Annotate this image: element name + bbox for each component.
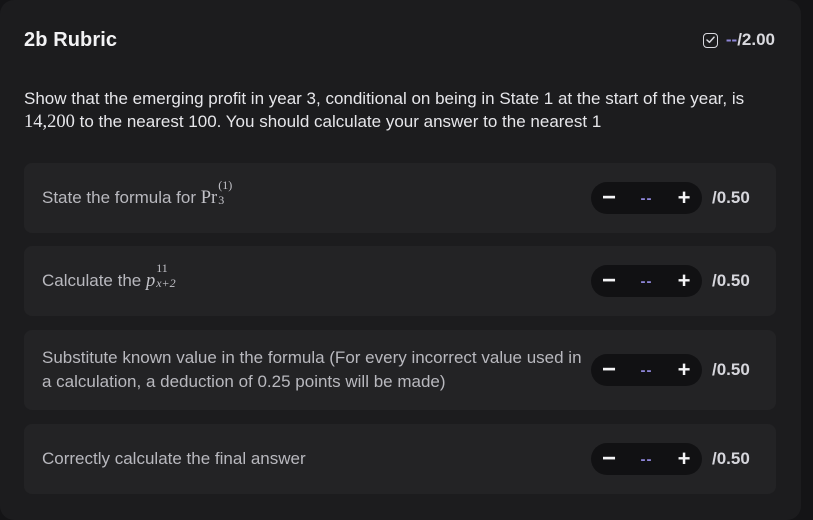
- max-score: /0.50: [712, 360, 750, 379]
- question-text: Show that the emerging profit in year 3,…: [24, 87, 784, 134]
- score-stepper[interactable]: − -- +: [591, 443, 702, 475]
- increment-button[interactable]: +: [675, 448, 693, 470]
- score-controls: − -- + /0.50: [591, 354, 758, 386]
- rubric-title: 2b Rubric: [24, 28, 118, 51]
- score-value[interactable]: --: [641, 362, 653, 379]
- rubric-item-label-prefix: State the formula for: [42, 187, 201, 207]
- score-value[interactable]: --: [641, 451, 653, 468]
- score-controls: − -- + /0.50: [591, 182, 758, 214]
- rubric-item-label: Calculate the p 11 x+2: [42, 262, 176, 294]
- rubric-item: State the formula for Pr (1) 3 − -- + /0.5…: [24, 163, 776, 233]
- probability-sup: 11: [156, 261, 168, 276]
- question-text-before: Show that the emerging profit in year 3,…: [24, 89, 745, 108]
- score-value[interactable]: --: [641, 273, 653, 290]
- question-text-after: to the nearest 100. You should calculate…: [74, 112, 602, 131]
- formula-base: Pr: [200, 187, 218, 208]
- probability-base: p: [145, 270, 156, 291]
- rubric-item: Correctly calculate the final answer − -…: [24, 424, 776, 494]
- rubric-item-label-prefix: Calculate the: [42, 270, 146, 290]
- decrement-button[interactable]: −: [600, 447, 618, 471]
- decrement-button[interactable]: −: [600, 269, 618, 293]
- score-controls: − -- + /0.50: [591, 443, 758, 475]
- probability-sub: x+2: [156, 276, 176, 291]
- score-stepper[interactable]: − -- +: [591, 182, 702, 214]
- rubric-item-label: Substitute known value in the formula (F…: [42, 348, 582, 391]
- rubric-card: 2b Rubric --/2.00 Show that the emerging…: [0, 0, 801, 520]
- rubric-header: 2b Rubric --/2.00: [24, 28, 775, 52]
- formula-sup: (1): [218, 178, 233, 193]
- max-score: /0.50: [712, 188, 750, 207]
- total-score-text: --/2.00: [726, 30, 775, 50]
- rubric-item-label: State the formula for Pr (1) 3: [42, 179, 232, 211]
- formula-sub: 3: [218, 193, 225, 208]
- increment-button[interactable]: +: [675, 359, 693, 381]
- total-score-max: /2.00: [737, 30, 775, 49]
- formula-supsub: (1) 3: [218, 179, 232, 210]
- rubric-item: Substitute known value in the formula (F…: [24, 330, 776, 410]
- probability-math: p 11 x+2: [145, 262, 176, 293]
- decrement-button[interactable]: −: [600, 186, 618, 210]
- score-value[interactable]: --: [641, 190, 653, 207]
- score-stepper[interactable]: − -- +: [591, 265, 702, 297]
- increment-button[interactable]: +: [675, 270, 693, 292]
- score-controls: − -- + /0.50: [591, 265, 758, 297]
- question-number: 14,200: [24, 112, 75, 132]
- increment-button[interactable]: +: [675, 187, 693, 209]
- total-score-value: --: [725, 30, 738, 49]
- total-score: --/2.00: [702, 30, 775, 50]
- probability-supsub: 11 x+2: [156, 262, 176, 293]
- decrement-button[interactable]: −: [600, 358, 618, 382]
- rubric-item: Calculate the p 11 x+2 − -- + /0.50: [24, 246, 776, 316]
- checkbox-check-icon[interactable]: [702, 32, 718, 48]
- score-stepper[interactable]: − -- +: [591, 354, 702, 386]
- formula-math: Pr (1) 3: [200, 179, 232, 210]
- rubric-item-label: Correctly calculate the final answer: [42, 449, 306, 468]
- max-score: /0.50: [712, 449, 750, 468]
- max-score: /0.50: [712, 271, 750, 290]
